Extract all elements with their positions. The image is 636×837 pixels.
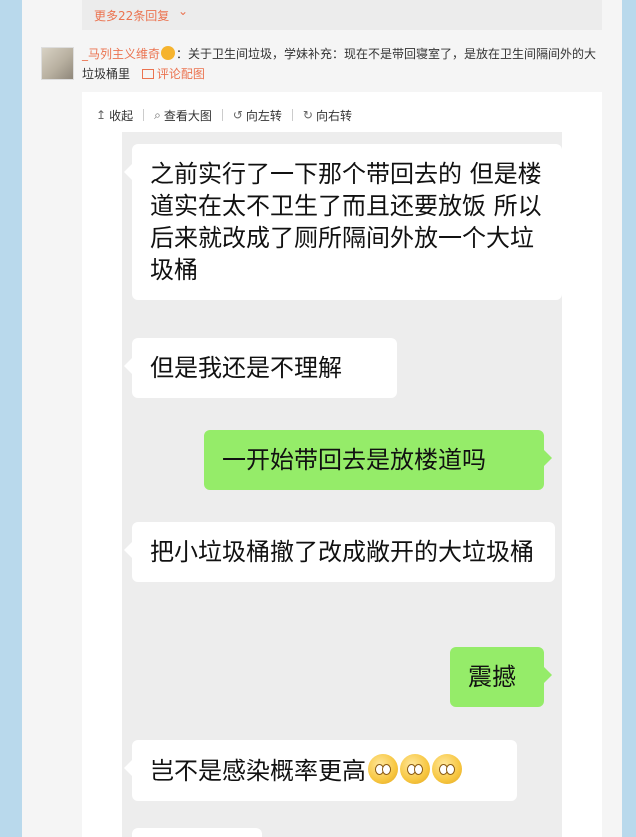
comment-text: _马列主义维奇 ：关于卫生间垃圾，学妹补充：现在不是带回寝室了，是放在卫生间隔间外… [82,44,604,84]
chat-message-text: 岂不是感染概率更高 [150,757,366,785]
chevron-down-icon[interactable]: ⌄ [178,4,188,18]
username-link[interactable]: _马列主义维奇 [82,47,160,61]
arrow-up-icon: ↥ [96,108,107,122]
surprised-face-emoji-icon [432,754,462,784]
more-replies-link[interactable]: 更多22条回复 ⌄ [82,0,602,30]
collapse-label[interactable]: 收起 [109,107,133,124]
toolbar-divider [143,109,145,121]
rotate-left-icon: ↺ [232,108,243,122]
rotate-left-button[interactable]: ↺ 向左转 [233,107,282,124]
toolbar-divider [221,109,223,121]
collapse-button[interactable]: ↥ 收起 [96,107,133,124]
image-toolbar: ↥ 收起 ⌕ 查看大图 ↺ 向左转 ↻ 向右转 [96,106,352,124]
avatar[interactable] [41,47,74,80]
comment-separator: ： [176,47,189,61]
rotate-right-label[interactable]: 向右转 [316,107,352,124]
view-large-button[interactable]: ⌕ 查看大图 [154,107,212,124]
surprised-face-emoji-icon [368,754,398,784]
rotate-left-label[interactable]: 向左转 [246,107,282,124]
rotate-right-button[interactable]: ↻ 向右转 [303,107,352,124]
expanded-image-panel: ↥ 收起 ⌕ 查看大图 ↺ 向左转 ↻ 向右转 之前实行了一下那个带回去的 但是… [82,92,602,837]
chat-message-left: 岂不是感染概率更高 [124,740,517,801]
view-large-label[interactable]: 查看大图 [164,107,212,124]
magnifier-icon: ⌕ [154,107,161,122]
chat-message-left: 之前实行了一下那个带回去的 但是楼道实在太不卫生了而且还要放饭 所以后来就改成了… [124,144,562,300]
more-replies-label[interactable]: 更多22条回复 [94,7,169,24]
chat-screenshot-image: 之前实行了一下那个带回去的 但是楼道实在太不卫生了而且还要放饭 所以后来就改成了… [122,132,562,837]
toolbar-divider [291,109,293,121]
surprised-face-emoji-icon [400,754,430,784]
chat-message-left: 但是我还是不理解 [124,338,397,398]
user-badge-icon [161,46,176,60]
chat-message-right: 震撼 [450,647,552,707]
chat-message-partial [132,828,262,837]
view-comment-picture-link[interactable]: 评论配图 [141,67,205,81]
weibo-comment-section: 更多22条回复 ⌄ _马列主义维奇 ：关于卫生间垃圾，学妹补充：现在不是带回寝室了… [22,0,622,837]
chat-message-left: 把小垃圾桶撤了改成敞开的大垃圾桶 [124,522,555,582]
picture-icon [141,69,154,79]
chat-message-right: 一开始带回去是放楼道吗 [204,430,552,490]
rotate-right-icon: ↻ [302,108,313,122]
view-comment-picture-label[interactable]: 评论配图 [157,67,205,81]
